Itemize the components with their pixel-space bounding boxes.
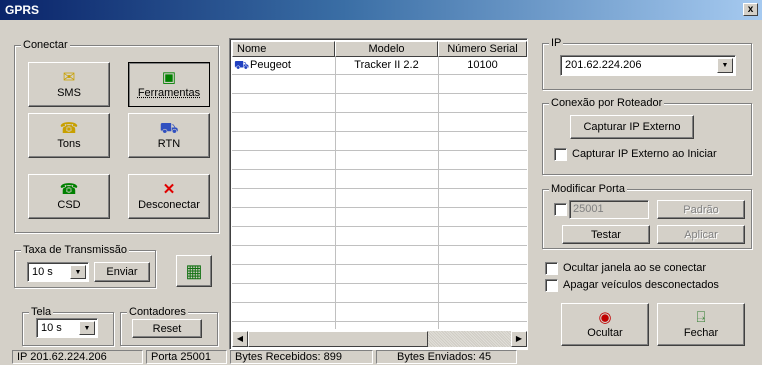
column-header-nome[interactable]: Nome	[232, 41, 335, 57]
table-row	[232, 76, 527, 94]
desconectar-button[interactable]: ✕ Desconectar	[128, 174, 210, 219]
capturar-ao-iniciar-label: Capturar IP Externo ao Iniciar	[572, 148, 717, 160]
exit-door-icon: ⍈	[696, 309, 706, 326]
car-icon: ⛟	[234, 58, 250, 72]
tools-icon: ▣	[161, 69, 177, 86]
sms-label: SMS	[57, 87, 81, 99]
ip-legend: IP	[549, 37, 564, 49]
table-row	[232, 114, 527, 132]
cell-serial: 10100	[467, 59, 498, 71]
cell-modelo: Tracker II 2.2	[354, 59, 419, 71]
scroll-left-icon[interactable]: ◀	[232, 331, 248, 347]
ocultar-janela-checkbox[interactable]	[545, 262, 558, 275]
sms-button[interactable]: ✉ SMS	[28, 62, 110, 107]
fechar-label: Fechar	[683, 327, 719, 339]
table-row	[232, 133, 527, 151]
column-header-numero-serial[interactable]: Número Serial	[438, 41, 527, 57]
table-row	[232, 266, 527, 284]
table-row	[232, 95, 527, 113]
table-row[interactable]: ⛟ Peugeot Tracker II 2.2 10100	[232, 57, 527, 75]
table-row	[232, 152, 527, 170]
table-row	[232, 209, 527, 227]
column-header-modelo[interactable]: Modelo	[335, 41, 438, 57]
chevron-down-icon[interactable]: ▼	[717, 58, 733, 73]
apagar-veiculos-label: Apagar veículos desconectados	[563, 279, 719, 291]
reset-button[interactable]: Reset	[132, 319, 202, 338]
title-bar: GPRS x	[0, 0, 762, 20]
desconectar-label: Desconectar	[138, 199, 200, 211]
aplicar-button[interactable]: Aplicar	[657, 225, 745, 244]
ocultar-label: Ocultar	[587, 327, 623, 339]
status-bytes-enviados: Bytes Enviados: 45	[376, 350, 517, 364]
grid-icon: ▦	[185, 260, 203, 281]
tela-select[interactable]: 10 s ▼	[36, 318, 98, 338]
aplicar-label: Aplicar	[684, 228, 718, 241]
status-ip: IP 201.62.224.206	[12, 350, 143, 364]
fechar-button[interactable]: ⍈ Fechar	[657, 303, 745, 346]
tons-button[interactable]: ☎ Tons	[28, 113, 110, 158]
testar-label: Testar	[591, 228, 621, 241]
taxa-value: 10 s	[32, 266, 53, 278]
close-button[interactable]: x	[743, 3, 758, 16]
table-row	[232, 171, 527, 189]
scrollbar-thumb[interactable]	[248, 331, 428, 347]
ocultar-button[interactable]: ◉ Ocultar	[561, 303, 649, 346]
hide-icon: ◉	[598, 309, 612, 326]
window-title: GPRS	[5, 3, 40, 17]
taxa-select[interactable]: 10 s ▼	[27, 262, 89, 282]
contadores-legend: Contadores	[127, 306, 188, 318]
ocultar-janela-label: Ocultar janela ao se conectar	[563, 262, 707, 274]
table-row	[232, 190, 527, 208]
phone-icon: ☎	[59, 120, 79, 137]
table-row	[232, 228, 527, 246]
reset-label: Reset	[152, 322, 182, 335]
capturar-ip-button[interactable]: Capturar IP Externo	[570, 115, 694, 139]
padrao-button[interactable]: Padrão	[657, 200, 745, 219]
enviar-label: Enviar	[106, 266, 138, 278]
ip-value: 201.62.224.206	[565, 59, 642, 71]
status-porta: Porta 25001	[146, 350, 227, 364]
status-bytes-recebidos: Bytes Recebidos: 899	[230, 350, 373, 364]
capturar-ao-iniciar-checkbox[interactable]	[554, 148, 567, 161]
table-row	[232, 285, 527, 303]
capturar-ip-label: Capturar IP Externo	[583, 121, 681, 133]
roteador-legend: Conexão por Roteador	[549, 97, 665, 109]
porta-value: 25001	[573, 203, 604, 215]
roteador-group: Conexão por Roteador	[542, 97, 752, 175]
csd-label: CSD	[57, 199, 81, 211]
porta-legend: Modificar Porta	[549, 183, 627, 195]
table-row	[232, 304, 527, 322]
ip-select[interactable]: 201.62.224.206 ▼	[560, 55, 736, 76]
enviar-button[interactable]: Enviar	[94, 262, 150, 282]
envelope-icon: ✉	[62, 69, 76, 86]
vehicle-list[interactable]: Nome Modelo Número Serial ⛟ Peugeot Trac…	[229, 38, 528, 350]
cell-nome: Peugeot	[250, 59, 291, 71]
ferramentas-label: Ferramentas	[137, 87, 201, 99]
taxa-legend: Taxa de Transmissão	[21, 244, 129, 256]
conectar-legend: Conectar	[21, 39, 70, 51]
tons-label: Tons	[57, 138, 81, 150]
csd-button[interactable]: ☎ CSD	[28, 174, 110, 219]
porta-input[interactable]: 25001	[569, 200, 649, 219]
horizontal-scrollbar[interactable]: ◀ ▶	[232, 331, 527, 347]
modificar-porta-checkbox[interactable]	[554, 203, 567, 216]
scroll-right-icon[interactable]: ▶	[511, 331, 527, 347]
red-x-icon: ✕	[162, 181, 176, 198]
padrao-label: Padrão	[683, 203, 719, 216]
phone-icon: ☎	[59, 181, 79, 198]
rtn-label: RTN	[157, 138, 181, 150]
tela-legend: Tela	[29, 306, 54, 318]
table-row	[232, 247, 527, 265]
tela-value: 10 s	[41, 322, 62, 334]
testar-button[interactable]: Testar	[562, 225, 650, 244]
apagar-veiculos-checkbox[interactable]	[545, 279, 558, 292]
grid-button[interactable]: ▦	[176, 255, 212, 287]
ferramentas-button[interactable]: ▣ Ferramentas	[128, 62, 210, 107]
chevron-down-icon[interactable]: ▼	[70, 265, 86, 279]
chevron-down-icon[interactable]: ▼	[79, 321, 95, 335]
car-icon: ⛟	[159, 120, 179, 137]
rtn-button[interactable]: ⛟ RTN	[128, 113, 210, 158]
